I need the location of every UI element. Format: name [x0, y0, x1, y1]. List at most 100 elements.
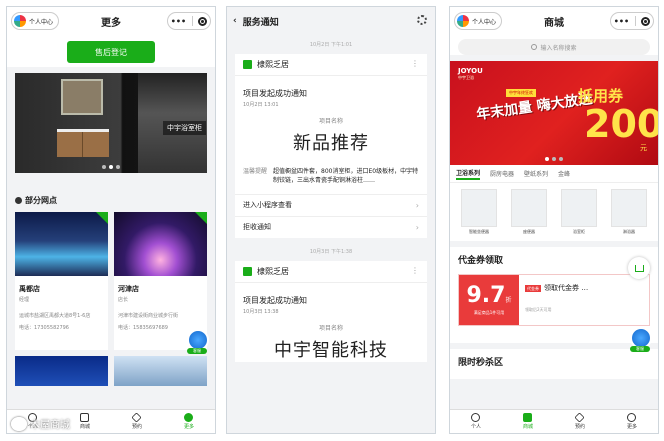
open-miniapp-link[interactable]: 进入小程序查看 ›	[235, 193, 427, 216]
coupon-card[interactable]: 9.7折 满足商品1件可用 代金券 领取代金券 … 领取后2天可用	[458, 274, 650, 326]
tab-label: 个人	[470, 424, 481, 430]
store-card[interactable]: 禹都店 经理 运城市盐湖区禹都大道8号1-6店 电话：17305582796	[15, 212, 108, 350]
search-icon	[531, 44, 538, 50]
product-item[interactable]: 淋浴器	[611, 189, 647, 235]
notice-header: ‹ 服务通知	[227, 7, 435, 35]
hero-carousel[interactable]: 中宇浴室柜	[15, 73, 207, 173]
more-dots-icon[interactable]: •••	[171, 17, 186, 26]
mall-header: 个人中心 商城 ••• 输入名称搜索	[450, 7, 658, 55]
search-input[interactable]: 输入名称搜索	[458, 39, 650, 55]
more-icon	[627, 413, 637, 422]
tab-label: 更多	[626, 424, 637, 430]
project-name: 中宇智能科技	[274, 339, 388, 361]
more-options-icon[interactable]: ⋮	[411, 59, 419, 68]
store-row-partial	[15, 356, 207, 386]
miniapp-icon	[243, 60, 252, 69]
tab-label: 预约	[131, 424, 142, 430]
product-name: 座便器	[523, 229, 535, 234]
product-item[interactable]: 浴室柜	[561, 189, 597, 235]
tab-mall[interactable]: 商城	[523, 413, 533, 430]
tab-label: 商城	[522, 424, 533, 430]
customer-service-float[interactable]: 客服	[630, 327, 654, 357]
close-ring-icon[interactable]	[198, 16, 208, 26]
tab-booking[interactable]: 预约	[131, 412, 143, 430]
tab-booking[interactable]: 预约	[574, 412, 586, 430]
remark-row: 温馨提醒 超值橱盆四件套，800消室柜，进口E0级板材，中宇特制铰链，三出水青瓷…	[235, 155, 427, 194]
category-tab[interactable]: 金峰	[558, 169, 570, 178]
notice-app-row: 棣熙乏居	[235, 261, 427, 283]
product-name: 淋浴器	[623, 229, 635, 234]
tab-label: 商城	[79, 424, 90, 430]
aftersale-register-button[interactable]: 售后登记	[67, 41, 155, 63]
date-separator: 10月2日 下午1:01	[309, 42, 353, 48]
project-label: 项目名称	[318, 118, 343, 125]
coupon-section-title: 代金券领取	[458, 256, 504, 266]
reject-notice-label: 拒收通知	[243, 223, 271, 232]
more-options-icon[interactable]: ⋮	[411, 266, 419, 275]
reject-notice-link[interactable]: 拒收通知 ›	[235, 215, 427, 238]
personal-center-pill[interactable]: 个人中心	[11, 12, 60, 30]
category-tab[interactable]: 厨房电器	[490, 169, 514, 178]
product-image	[461, 189, 497, 227]
capsule-divider	[191, 16, 193, 26]
product-item[interactable]: 座便器	[511, 189, 547, 235]
miniapp-capsule[interactable]: •••	[610, 12, 654, 30]
phone-mall-page: 个人中心 商城 ••• 输入名称搜索 JOYOU 中宇卫浴 中宇年终狂欢 年末加…	[449, 6, 659, 434]
section-title-text: 部分网点	[25, 196, 57, 205]
notice-app-name: 棣熙乏居	[257, 60, 289, 69]
personal-center-label: 个人中心	[29, 18, 54, 26]
product-image	[511, 189, 547, 227]
coupon-condition: 满足商品1件可用	[473, 309, 505, 315]
tab-personal[interactable]: 个人	[471, 413, 481, 430]
notice-card[interactable]: 棣熙乏居 ⋮ 项目发起成功通知 10月3日 13:38 项目名称 中宇智能科技	[235, 260, 427, 362]
section-title: 部分网点	[15, 195, 207, 206]
mall-topbar: 个人中心 商城 •••	[450, 7, 658, 35]
promo-banner[interactable]: JOYOU 中宇卫浴 中宇年终狂欢 年末加量 嗨大放送 抵用券 200 元	[450, 61, 658, 165]
notice-card[interactable]: 棣熙乏居 ⋮ 项目发起成功通知 10月2日 13:01 项目名称 新品推荐 温馨…	[235, 54, 427, 238]
person-icon	[471, 413, 481, 422]
search-placeholder: 输入名称搜索	[540, 44, 577, 52]
corner-badge	[96, 212, 108, 224]
date-separator: 10月3日 下午1:38	[309, 248, 353, 255]
tab-more[interactable]: 更多	[184, 413, 194, 430]
store-image-partial	[114, 356, 207, 386]
remark-text: 超值橱盆四件套，800消室柜，进口E0级板材，中宇特制铰链，三出水青瓷手配铜淋浴…	[273, 168, 419, 185]
remark-key: 温馨提醒	[243, 168, 268, 175]
capsule-divider	[634, 16, 636, 26]
more-dots-icon[interactable]: •••	[614, 17, 629, 26]
diamond-icon	[131, 412, 143, 423]
chevron-right-icon: ›	[415, 200, 419, 210]
brand-logo-icon	[457, 15, 469, 27]
tab-label: 预约	[574, 424, 585, 430]
product-image	[561, 189, 597, 227]
customer-service-float[interactable]: 客服	[187, 329, 211, 359]
mirror-image	[61, 79, 103, 115]
shop-icon	[523, 413, 533, 422]
category-tab[interactable]: 卫浴系列	[456, 168, 481, 180]
tab-mall[interactable]: 商城	[80, 413, 90, 430]
product-name: 智能坐便器	[469, 229, 489, 234]
coupon-detail[interactable]: 代金券 领取代金券 … 领取后2天可用	[519, 275, 649, 325]
watermark: 木屋商城	[11, 416, 70, 431]
miniapp-capsule[interactable]: •••	[167, 12, 211, 30]
store-name: 河津店	[118, 285, 139, 293]
store-role: 店长	[118, 297, 129, 303]
coupon-name: 领取代金券 …	[544, 284, 589, 292]
close-ring-icon[interactable]	[641, 16, 651, 26]
page-title: 商城	[544, 17, 564, 29]
cart-float-button[interactable]	[628, 257, 650, 279]
watermark-text: 木屋商城	[30, 420, 70, 431]
carousel-dots	[450, 157, 658, 161]
banner-brand: JOYOU	[458, 67, 483, 75]
product-item[interactable]: 智能坐便器	[461, 189, 497, 235]
carousel-dots	[15, 165, 207, 169]
back-chevron-icon[interactable]: ‹	[233, 16, 237, 26]
store-image-partial	[15, 356, 108, 386]
store-address: 河津市建设街商业城步行街	[118, 313, 179, 319]
gear-icon[interactable]	[417, 15, 427, 25]
tab-more[interactable]: 更多	[627, 413, 637, 430]
open-miniapp-label: 进入小程序查看	[243, 201, 292, 210]
category-tab[interactable]: 壁纸系列	[524, 169, 548, 178]
store-tel[interactable]: 电话：17305582796	[19, 324, 104, 331]
personal-center-pill[interactable]: 个人中心	[454, 12, 503, 30]
